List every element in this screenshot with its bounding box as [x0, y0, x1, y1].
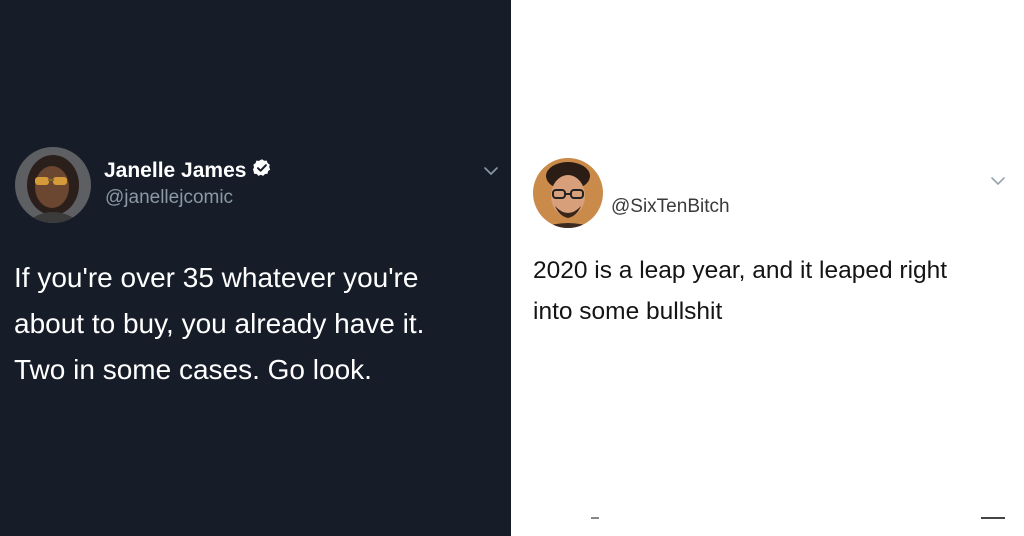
chevron-down-icon[interactable]: [990, 176, 1006, 186]
display-name: Janelle James: [104, 159, 247, 182]
tweet-card-dark: Janelle James @janellejcomic If you're o…: [0, 0, 511, 536]
verified-badge-icon: [252, 158, 272, 184]
divider: [981, 517, 1005, 519]
chevron-down-icon[interactable]: [483, 166, 499, 176]
tweet-text: 2020 is a leap year, and it leaped right…: [533, 250, 947, 332]
avatar[interactable]: [533, 158, 603, 228]
avatar[interactable]: [15, 147, 91, 223]
tweet-text-line: about to buy, you already have it.: [14, 308, 425, 339]
tweet-text-line: Two in some cases. Go look.: [14, 354, 372, 385]
tweet-text-line: If you're over 35 whatever you're: [14, 262, 419, 293]
author-handle[interactable]: @janellejcomic: [105, 187, 233, 209]
avatar-photo: [533, 158, 603, 228]
tweet-card-light: @SixTenBitch 2020 is a leap year, and it…: [511, 0, 1024, 536]
tweet-text: If you're over 35 whatever you're about …: [14, 255, 424, 393]
tweet-text-line: 2020 is a leap year, and it leaped right: [533, 257, 948, 284]
author-name[interactable]: Janelle James: [104, 158, 272, 184]
screenshot-collage: Janelle James @janellejcomic If you're o…: [0, 0, 1024, 536]
avatar-photo: [15, 147, 91, 223]
author-handle[interactable]: @SixTenBitch: [611, 196, 730, 218]
divider: [591, 517, 599, 519]
tweet-text-line: into some bullshit: [533, 298, 723, 325]
